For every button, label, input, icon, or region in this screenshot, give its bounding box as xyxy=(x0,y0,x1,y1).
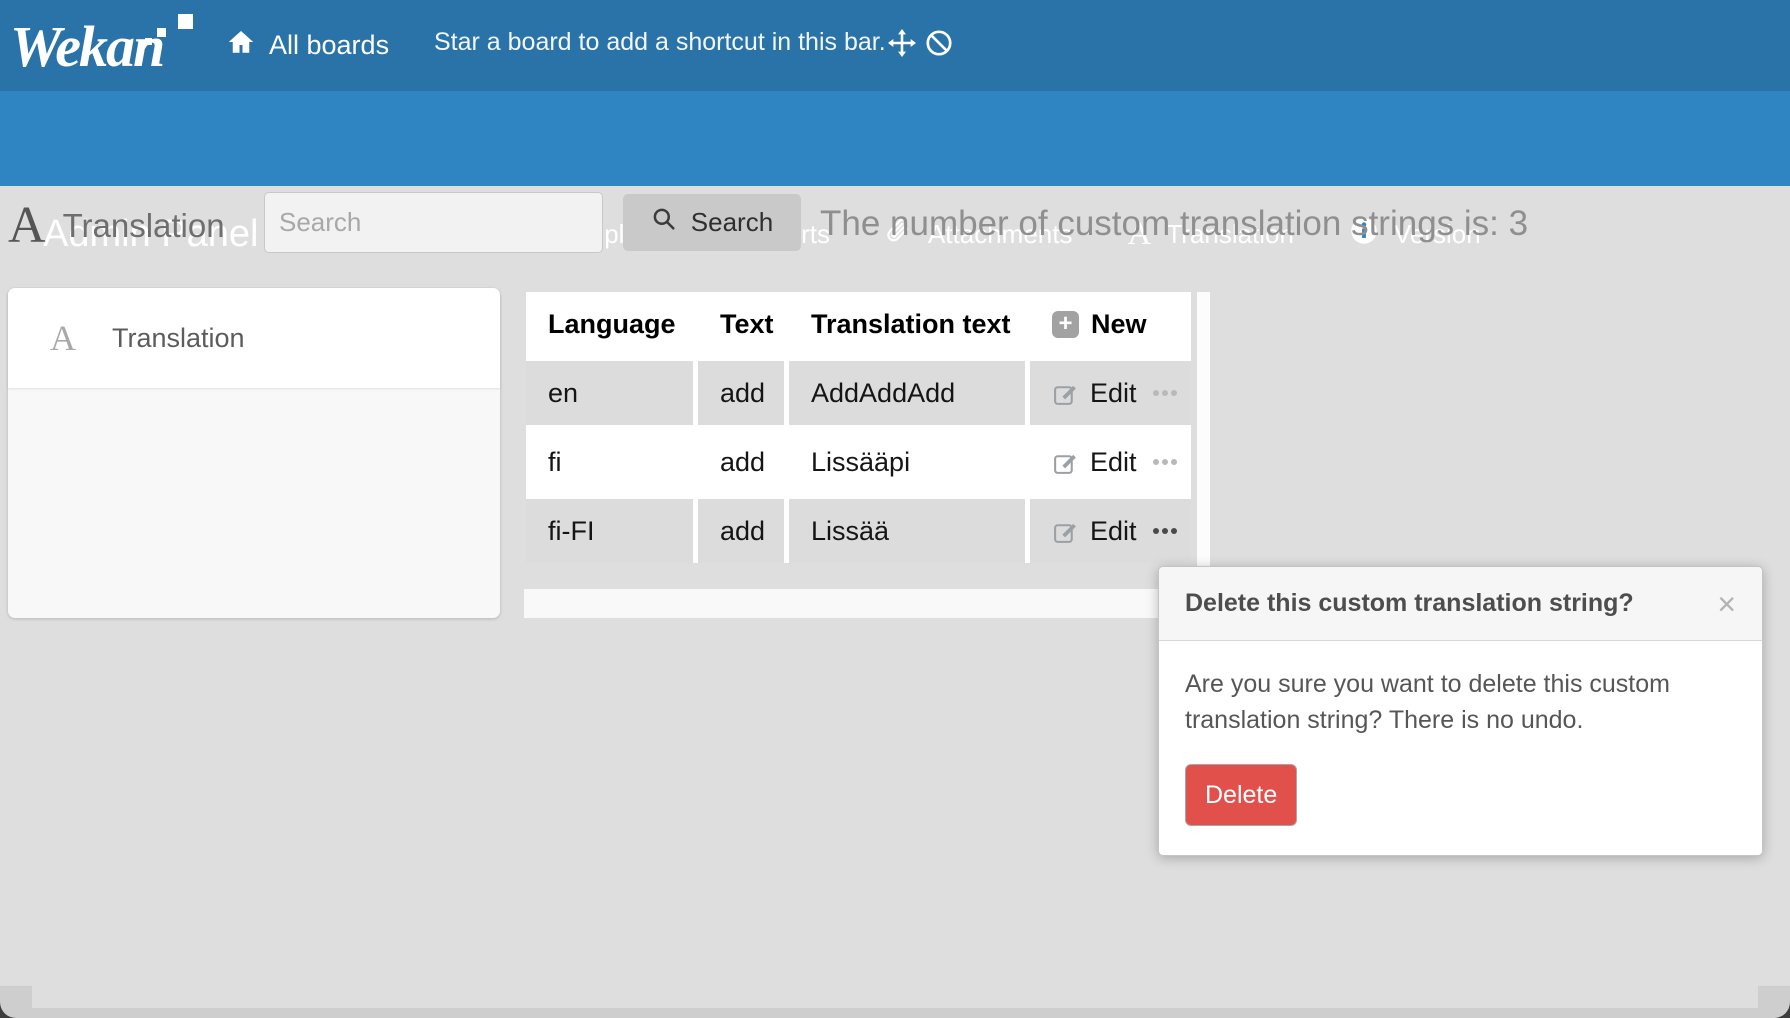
horizontal-scrollbar-track[interactable] xyxy=(524,589,1197,618)
ellipsis-menu-icon[interactable] xyxy=(1153,390,1177,396)
translation-cell: AddAddAdd xyxy=(789,361,1025,425)
logo-pixel-decoration xyxy=(178,14,193,29)
sidebar-item-label: Translation xyxy=(112,323,245,354)
window-corner xyxy=(1758,986,1790,1018)
ellipsis-menu-icon[interactable] xyxy=(1153,459,1177,465)
all-boards-link[interactable]: All boards xyxy=(226,0,389,91)
edit-button[interactable]: Edit xyxy=(1052,447,1137,478)
plus-square-icon: + xyxy=(1052,311,1079,338)
column-header-text: Text xyxy=(698,292,784,356)
translation-count-text: The number of custom translation strings… xyxy=(820,186,1528,262)
delete-button[interactable]: Delete xyxy=(1185,764,1297,826)
edit-button[interactable]: Edit xyxy=(1052,378,1137,409)
column-header-translation-text: Translation text xyxy=(789,292,1025,356)
wekan-logo[interactable]: Wekan xyxy=(10,8,163,86)
ellipsis-menu-icon-active[interactable] xyxy=(1153,528,1177,534)
page-title-label: Translation xyxy=(63,207,225,245)
translation-cell: Lissää xyxy=(789,499,1025,563)
edit-button-label: Edit xyxy=(1090,378,1137,409)
search-icon xyxy=(651,206,677,239)
all-boards-label: All boards xyxy=(269,30,389,61)
search-button[interactable]: Search xyxy=(623,194,801,251)
language-cell: fi-FI xyxy=(526,499,693,563)
edit-button-label: Edit xyxy=(1090,516,1137,547)
translation-cell: Lissääpi xyxy=(789,430,1025,494)
language-cell: fi xyxy=(526,430,693,494)
home-icon xyxy=(226,27,256,64)
translation-table: Language Text Translation text + New en … xyxy=(526,292,1191,563)
page-title: A Translation xyxy=(8,186,225,266)
window-corner xyxy=(0,986,32,1018)
star-board-hint: Star a board to add a shortcut in this b… xyxy=(434,0,886,85)
actions-cell: Edit xyxy=(1030,499,1191,563)
actions-cell: Edit xyxy=(1030,430,1191,494)
text-cell: add xyxy=(698,361,784,425)
wekan-logo-text: Wekan xyxy=(10,18,163,76)
actions-cell: Edit xyxy=(1030,361,1191,425)
move-handle-icon[interactable] xyxy=(888,0,916,85)
edit-button-label: Edit xyxy=(1090,447,1137,478)
sidebar: A Translation xyxy=(8,288,500,618)
dialog-title: Delete this custom translation string? xyxy=(1185,589,1717,618)
ban-icon[interactable] xyxy=(925,0,953,85)
admin-nav-bar: Admin Panel ⚙ Settings People xyxy=(0,91,1790,186)
logo-pixel-decoration xyxy=(145,38,152,45)
new-translation-button[interactable]: + New xyxy=(1030,292,1191,356)
logo-pixel-decoration xyxy=(157,28,166,37)
dialog-message: Are you sure you want to delete this cus… xyxy=(1185,666,1736,738)
column-header-language: Language xyxy=(526,292,693,356)
edit-pencil-icon xyxy=(1052,380,1079,407)
text-cell: add xyxy=(698,430,784,494)
letter-a-icon: A xyxy=(50,317,94,359)
edit-pencil-icon xyxy=(1052,518,1079,545)
close-icon[interactable]: × xyxy=(1717,588,1736,620)
edit-button[interactable]: Edit xyxy=(1052,516,1137,547)
search-input[interactable] xyxy=(264,192,603,253)
dialog-header: Delete this custom translation string? × xyxy=(1159,567,1762,641)
top-bar: Wekan All boards Star a board to add a s… xyxy=(0,0,1790,91)
letter-a-icon: A xyxy=(8,200,46,252)
window-bottom-edge xyxy=(0,1008,1790,1018)
language-cell: en xyxy=(526,361,693,425)
new-button-label: New xyxy=(1091,309,1147,340)
search-button-label: Search xyxy=(691,207,773,238)
delete-confirm-dialog: Delete this custom translation string? ×… xyxy=(1158,566,1763,856)
edit-pencil-icon xyxy=(1052,449,1079,476)
dialog-body: Are you sure you want to delete this cus… xyxy=(1159,641,1762,851)
text-cell: add xyxy=(698,499,784,563)
sidebar-item-translation[interactable]: A Translation xyxy=(8,288,500,388)
